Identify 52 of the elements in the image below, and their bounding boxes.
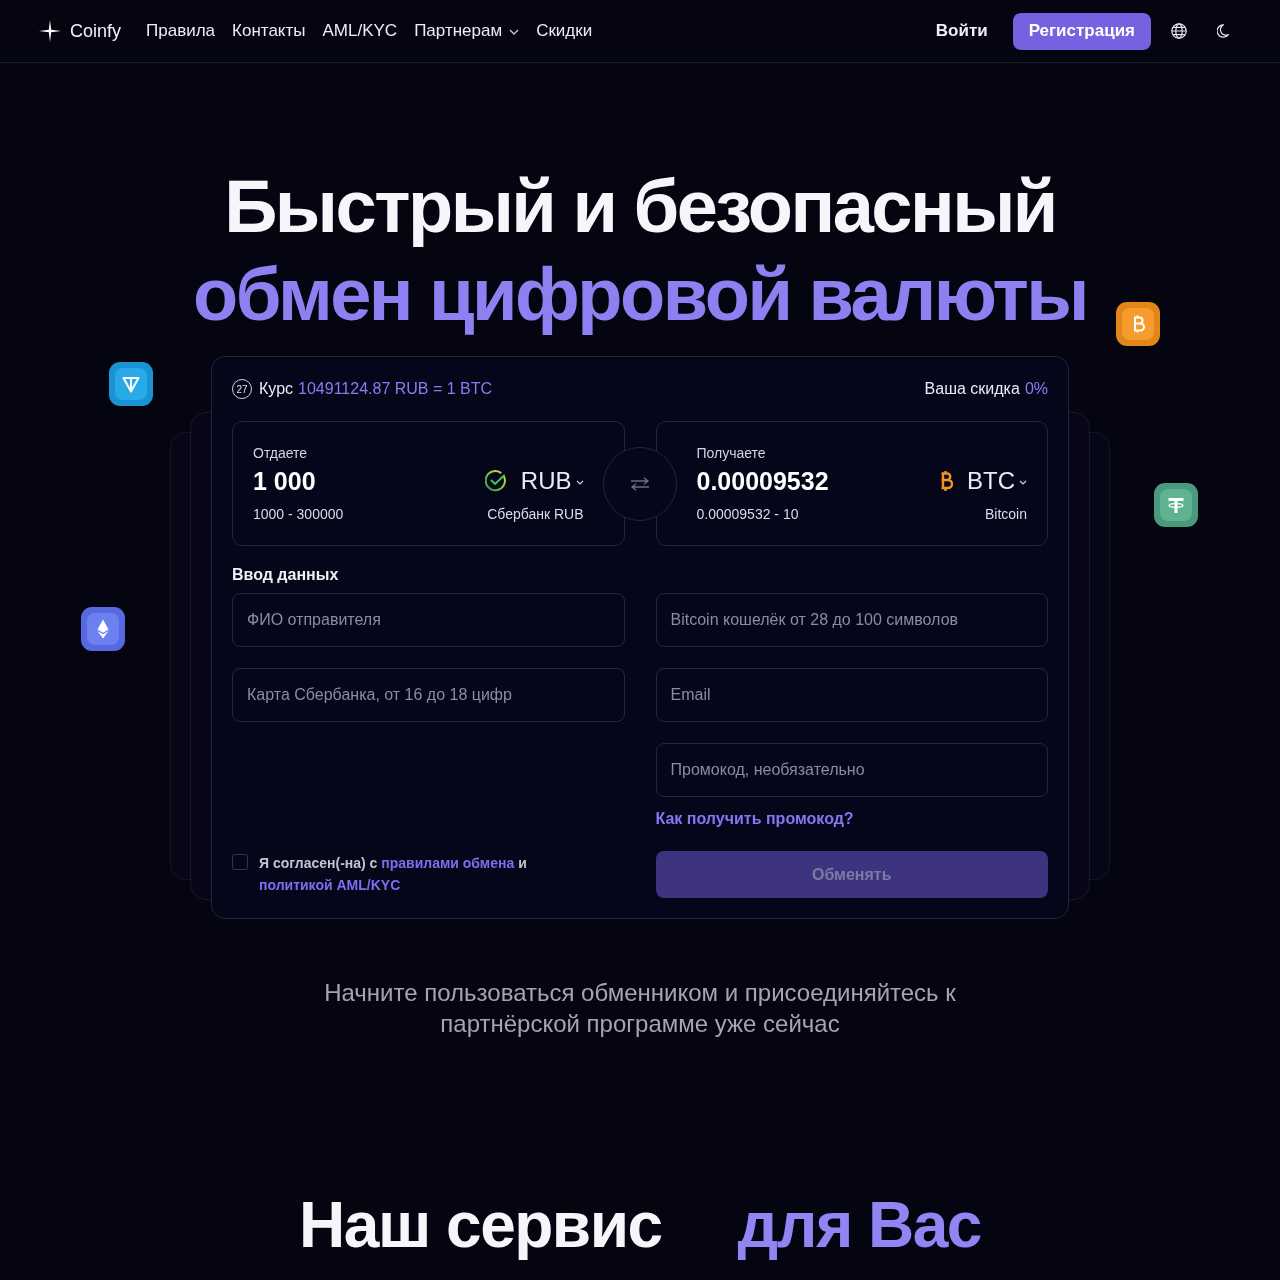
caret-icon	[575, 479, 584, 485]
rate-label: Курс	[259, 380, 294, 398]
nav-link[interactable]: AML/KYC	[322, 21, 398, 41]
currency-select[interactable]: RUB	[520, 467, 584, 495]
nav-link[interactable]: Правила	[146, 21, 216, 41]
moon-icon	[1217, 24, 1229, 38]
amount-field[interactable]: 1 000	[253, 466, 316, 496]
discount-value: 0%	[1024, 380, 1048, 398]
t-coin-icon	[1154, 483, 1198, 527]
logo-link[interactable]: Coinfy	[39, 20, 122, 42]
rules-link[interactable]: правилами обмена	[381, 855, 515, 871]
checkbox[interactable]	[232, 854, 248, 870]
nav-link[interactable]: Контакты	[232, 21, 306, 41]
caret-icon	[509, 29, 520, 35]
amount-field[interactable]: 0.00009532	[696, 466, 829, 496]
nav-link[interactable]: Партнерам	[414, 21, 520, 41]
promo-help-link[interactable]: Как получить промокод?	[655, 808, 854, 830]
range-text: 0.00009532 - 10	[696, 505, 799, 523]
language-button[interactable]	[1171, 23, 1187, 39]
form-title: Ввод данных	[232, 565, 339, 585]
discount-label: Ваша скидка	[924, 380, 1020, 398]
triangle-coin-icon	[109, 362, 153, 406]
policy-link[interactable]: политикой AML/KYC	[259, 877, 401, 893]
bitcoin-coin-icon	[1116, 302, 1160, 346]
diamond-coin-icon	[81, 607, 125, 651]
section-title-highlight: для Вас	[737, 1188, 981, 1263]
input-field[interactable]: Карта Сбербанка, от 16 до 18 цифр	[232, 668, 625, 722]
theme-toggle-button[interactable]	[1217, 24, 1229, 38]
currency-select[interactable]: BTC	[967, 467, 1027, 495]
input-field[interactable]: Email	[655, 668, 1048, 722]
hero-title: Быстрый и безопасный	[224, 164, 1056, 250]
input-field[interactable]: Bitcoin кошелёк от 28 до 100 символов	[655, 593, 1048, 647]
input-field[interactable]: ФИО отправителя	[232, 593, 625, 647]
check-circle-icon	[484, 470, 507, 492]
globe-icon	[1171, 23, 1187, 39]
swap-icon	[630, 476, 650, 491]
agreement-text: Я согласен(-на) с правилами обмена и политикой AML/KYC	[259, 854, 528, 895]
login-link[interactable]: Войти	[935, 21, 988, 41]
rate-value: 10491124.87 RUB = 1 BTC	[298, 380, 493, 398]
nav-link[interactable]: Скидки	[536, 21, 593, 41]
payment-method: Bitcoin	[984, 505, 1027, 523]
cta-text: Начните пользоваться обменником и присоединяйтесь к партнёрской программе уже сейчас	[323, 978, 957, 1039]
input-field[interactable]: Промокод, необязательно	[655, 743, 1048, 797]
bitcoin-icon	[939, 470, 953, 492]
range-text: 1000 - 300000	[253, 505, 344, 523]
amount-label: Получаете	[696, 444, 766, 462]
hero-title-highlight: обмен цифровой валюты	[193, 252, 1087, 338]
register-button[interactable]: Регистрация	[1012, 12, 1151, 50]
caret-icon	[1019, 479, 1027, 485]
section-title: Наш сервис	[299, 1188, 662, 1263]
payment-method: Сбербанк RUB	[487, 505, 584, 523]
amount-label: Отдаете	[253, 444, 308, 462]
